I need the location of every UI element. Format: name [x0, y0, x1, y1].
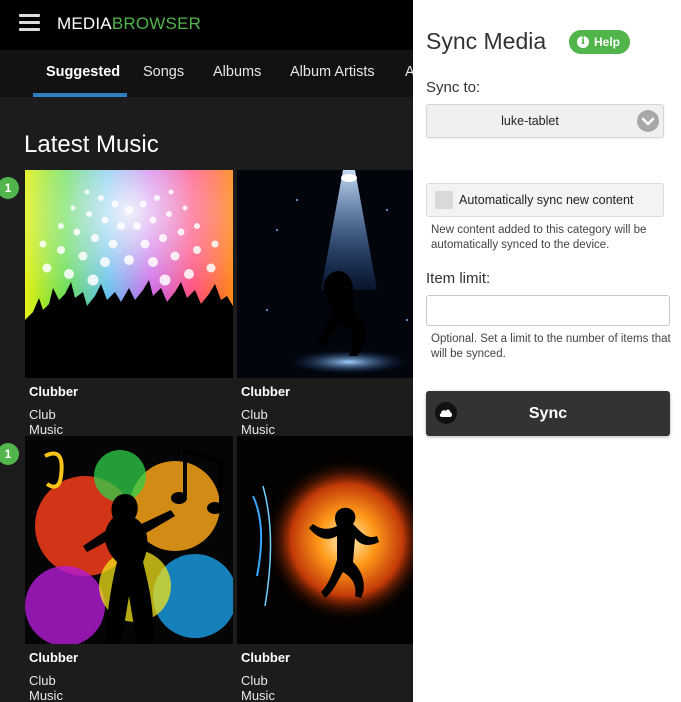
album-artist[interactable]: Clubber — [241, 384, 290, 399]
auto-sync-label: Automatically sync new content — [459, 193, 634, 207]
top-bar: MEDIABROWSER — [0, 0, 413, 50]
tab-artists-partial[interactable]: A — [405, 50, 413, 97]
album-title[interactable]: Club Music 3 — [29, 673, 63, 702]
sync-to-label: Sync to: — [426, 79, 481, 96]
section-title: Latest Music — [24, 131, 159, 158]
sync-button[interactable]: Sync — [426, 391, 670, 436]
help-button[interactable]: i Help — [569, 30, 631, 54]
tab-songs[interactable]: Songs — [143, 50, 184, 97]
sync-button-label: Sync — [528, 405, 568, 422]
album-cover[interactable] — [25, 170, 233, 378]
item-limit-input[interactable] — [426, 295, 670, 326]
album-cover-art — [237, 436, 413, 644]
album-cover-art — [237, 170, 413, 378]
tab-suggested[interactable]: Suggested — [46, 50, 120, 97]
checkbox-box[interactable] — [435, 191, 453, 209]
sync-count-badge: 1 — [0, 177, 19, 199]
sync-to-select[interactable]: luke-tablet — [426, 104, 664, 138]
logo-text-browser: BROWSER — [111, 14, 202, 33]
auto-sync-hint: New content added to this category will … — [431, 224, 647, 251]
logo-text-media: MEDIA — [57, 14, 112, 33]
chevron-down-icon — [637, 110, 659, 132]
tab-albums[interactable]: Albums — [213, 50, 261, 97]
album-cover[interactable] — [25, 436, 233, 644]
item-limit-label: Item limit: — [426, 270, 491, 287]
album-cover-art — [25, 170, 233, 378]
album-artist[interactable]: Clubber — [29, 384, 78, 399]
auto-sync-checkbox[interactable]: Automatically sync new content — [426, 183, 664, 217]
album-cover[interactable] — [237, 170, 413, 378]
album-cover-art — [25, 436, 233, 644]
active-tab-indicator — [33, 93, 127, 97]
help-label: Help — [594, 35, 621, 49]
album-artist[interactable]: Clubber — [29, 650, 78, 665]
album-title[interactable]: Club Music 2 — [241, 673, 275, 702]
panel-title: Sync Media — [426, 28, 547, 54]
album-artist[interactable]: Clubber — [241, 650, 290, 665]
sync-media-panel: Sync Media i Help Sync to: luke-tablet A… — [413, 0, 681, 702]
album-cover[interactable] — [237, 436, 413, 644]
tab-album-artists[interactable]: Album Artists — [290, 50, 375, 97]
item-limit-hint: Optional. Set a limit to the number of i… — [431, 333, 671, 360]
tab-bar: Suggested Songs Albums Album Artists A — [0, 50, 413, 97]
sync-count-badge: 1 — [0, 443, 19, 465]
sync-to-value: luke-tablet — [501, 114, 559, 128]
menu-icon[interactable] — [19, 14, 40, 32]
app-logo[interactable]: MEDIABROWSER — [57, 14, 201, 34]
info-icon: i — [577, 36, 589, 48]
media-browser-app: MEDIABROWSER Suggested Songs Albums Albu… — [0, 0, 413, 702]
